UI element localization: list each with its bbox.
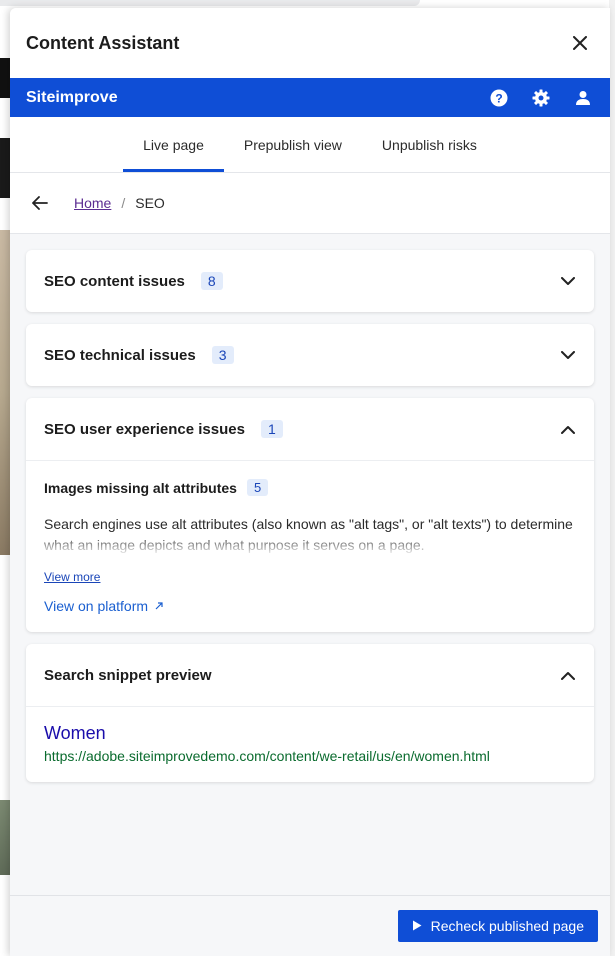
issue-title: Images missing alt attributes (44, 479, 237, 496)
breadcrumb-home-link[interactable]: Home (74, 195, 111, 211)
snippet-title-link[interactable]: Women (44, 723, 576, 744)
seo-user-experience-issues-card: SEO user experience issues 1 Images miss… (26, 398, 594, 632)
tab-label: Live page (143, 136, 204, 153)
brand-toolbar: ? (488, 87, 594, 109)
brand-name: Siteimprove (26, 88, 118, 106)
snippet-preview: Women https://adobe.siteimprovedemo.com/… (26, 706, 594, 782)
count-badge: 1 (260, 420, 283, 438)
tab-unpublish-risks[interactable]: Unpublish risks (362, 117, 497, 172)
panel-footer: Recheck published page (10, 895, 610, 956)
breadcrumb-separator: / (121, 195, 126, 211)
breadcrumb: Home / SEO (10, 173, 610, 234)
issue-sections: SEO content issues 8 SEO technical issue… (10, 234, 610, 782)
view-platform-label: View on platform (44, 598, 149, 614)
seo-content-issues-card: SEO content issues 8 (26, 250, 594, 312)
seo-user-experience-issues-toggle[interactable]: SEO user experience issues 1 (26, 398, 594, 460)
chevron-up-icon (560, 421, 576, 437)
seo-technical-issues-card: SEO technical issues 3 (26, 324, 594, 386)
section-title: SEO content issues (44, 272, 185, 290)
issue-description: Search engines use alt attributes (also … (44, 514, 576, 556)
play-icon (412, 918, 422, 934)
chevron-down-icon (560, 273, 576, 289)
search-snippet-preview-toggle[interactable]: Search snippet preview (26, 644, 594, 706)
ux-issue-details: Images missing alt attributes 5 Search e… (26, 460, 594, 632)
host-browser-bar (0, 0, 420, 6)
search-snippet-preview-card: Search snippet preview Women https://ado… (26, 644, 594, 782)
seo-content-issues-toggle[interactable]: SEO content issues 8 (26, 250, 594, 312)
seo-technical-issues-toggle[interactable]: SEO technical issues 3 (26, 324, 594, 386)
count-badge: 3 (211, 346, 234, 364)
snippet-url: https://adobe.siteimprovedemo.com/conten… (44, 748, 490, 764)
back-arrow-icon[interactable] (32, 196, 48, 210)
section-title: Search snippet preview (44, 666, 212, 684)
content-assistant-panel: Content Assistant Siteimprove ? Live pag… (10, 8, 610, 956)
chevron-down-icon (560, 347, 576, 363)
issue-count-badge: 5 (246, 479, 269, 496)
panel-header: Content Assistant (10, 8, 610, 78)
tab-label: Prepublish view (243, 136, 342, 153)
external-link-icon (154, 598, 164, 614)
tab-bar: Live page Prepublish view Unpublish risk… (10, 117, 610, 173)
panel-title: Content Assistant (26, 32, 180, 53)
brand-bar: Siteimprove ? (10, 78, 610, 117)
close-icon[interactable] (566, 29, 594, 57)
recheck-published-page-button[interactable]: Recheck published page (397, 910, 598, 942)
view-on-platform-link[interactable]: View on platform (44, 598, 576, 614)
breadcrumb-current: SEO (135, 195, 165, 211)
tab-live-page[interactable]: Live page (123, 117, 224, 172)
help-icon[interactable]: ? (488, 87, 510, 109)
svg-text:?: ? (495, 91, 502, 105)
user-icon[interactable] (572, 87, 594, 109)
section-title: SEO user experience issues (44, 420, 245, 438)
tab-prepublish-view[interactable]: Prepublish view (224, 117, 362, 172)
view-more-link[interactable]: View more (44, 570, 100, 584)
section-title: SEO technical issues (44, 346, 196, 364)
tab-label: Unpublish risks (381, 136, 477, 153)
chevron-up-icon (560, 667, 576, 683)
count-badge: 8 (200, 272, 223, 290)
gear-icon[interactable] (530, 87, 552, 109)
recheck-label: Recheck published page (430, 918, 584, 934)
